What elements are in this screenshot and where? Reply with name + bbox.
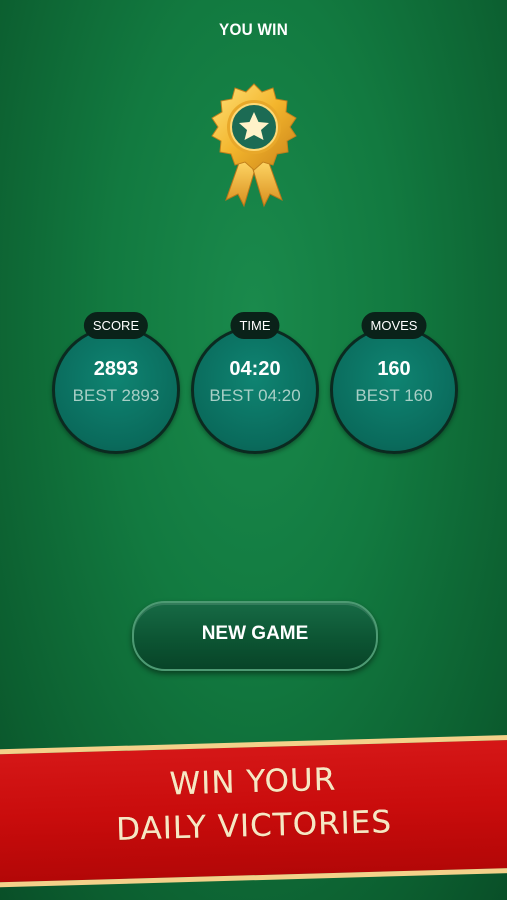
moves-label: MOVES [361,312,427,339]
score-label: SCORE [83,312,149,339]
score-best: BEST 2893 [72,386,160,405]
star-medal-icon [211,83,297,208]
score-stat: SCORE 2893 BEST 2893 [52,312,180,454]
promo-banner-text: WIN YOUR DAILY VICTORIES [0,753,507,855]
moves-stat: MOVES 160 BEST 160 [330,312,458,454]
time-label: TIME [230,312,280,339]
win-screen: { "header": {"title": "YOU WIN"}, "medal… [0,0,507,900]
moves-value: 160 [377,358,411,380]
new-game-button[interactable]: NEW GAME [132,601,378,671]
time-best: BEST 04:20 [209,386,301,405]
score-value: 2893 [93,358,139,380]
moves-best: BEST 160 [355,386,433,405]
time-value: 04:20 [229,358,281,380]
time-stat: TIME 04:20 BEST 04:20 [191,312,319,454]
page-title: YOU WIN [218,20,289,39]
